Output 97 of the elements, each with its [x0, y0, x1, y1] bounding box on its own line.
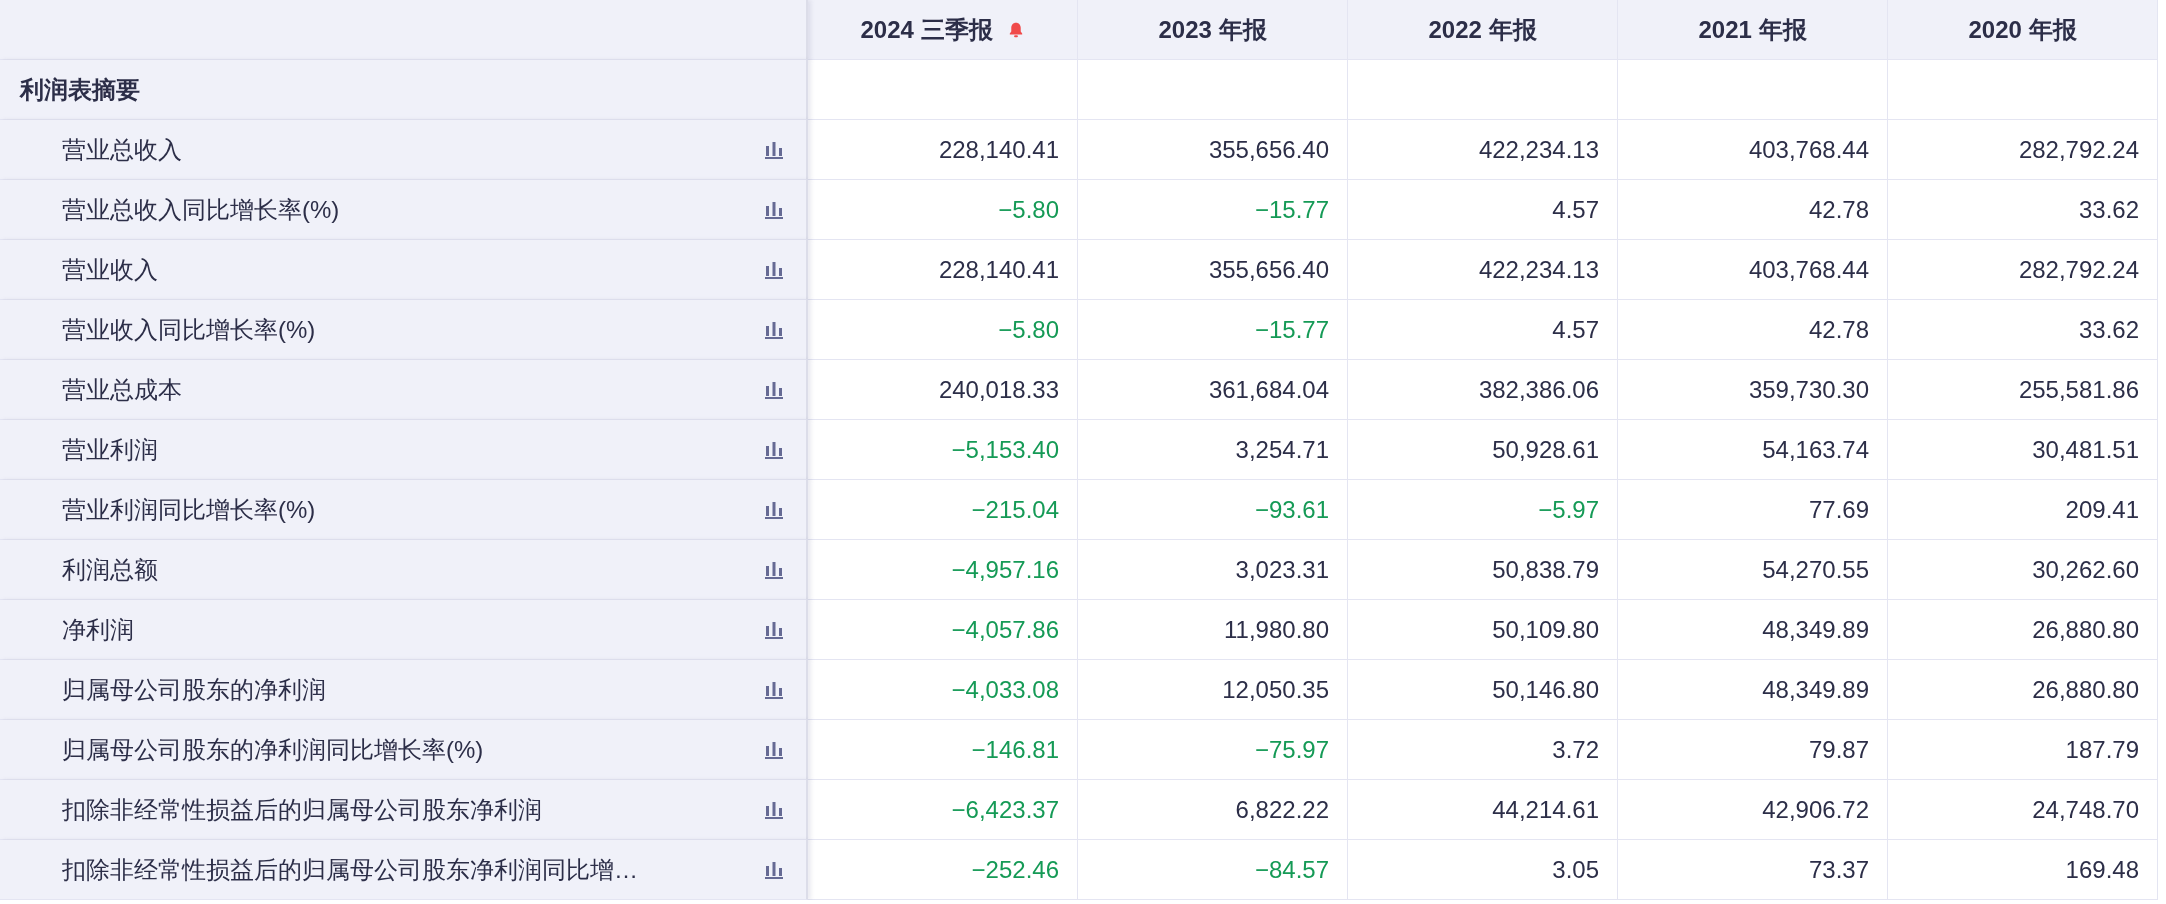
- column-header: 2023 年报: [1158, 14, 1267, 45]
- table-cell: 422,234.13: [1478, 135, 1599, 164]
- table-cell: 355,656.40: [1208, 135, 1329, 164]
- table-cell: 33.62: [2078, 195, 2139, 224]
- table-cell: 228,140.41: [938, 255, 1059, 284]
- bar-chart-icon[interactable]: [764, 560, 784, 579]
- table-cell: −84.57: [1254, 855, 1329, 884]
- table-cell: 12,050.35: [1222, 675, 1329, 704]
- row-label: 营业利润: [62, 434, 158, 465]
- table-cell: 48,349.89: [1762, 675, 1869, 704]
- row-label: 归属母公司股东的净利润同比增长率(%): [62, 734, 484, 765]
- table-cell: 48,349.89: [1762, 615, 1869, 644]
- table-cell: −15.77: [1254, 195, 1329, 224]
- table-cell: −4,957.16: [951, 555, 1059, 584]
- table-cell: 209.41: [2065, 495, 2139, 524]
- table-cell: 282,792.24: [2018, 135, 2139, 164]
- bar-chart-icon[interactable]: [764, 500, 784, 519]
- table-cell: 42.78: [1808, 315, 1869, 344]
- table-cell: 4.57: [1552, 315, 1599, 344]
- bar-chart-icon[interactable]: [764, 320, 784, 339]
- column-header: 2021 年报: [1698, 14, 1807, 45]
- table-cell: 30,262.60: [2032, 555, 2139, 584]
- column-header: 2022 年报: [1428, 14, 1537, 45]
- row-label: 营业总收入: [62, 134, 182, 165]
- column-header: 2020 年报: [1968, 14, 2077, 45]
- table-cell: −5.80: [998, 195, 1059, 224]
- table-cell: 50,838.79: [1492, 555, 1599, 584]
- table-cell: 54,163.74: [1762, 435, 1869, 464]
- table-cell: 6,822.22: [1235, 795, 1329, 824]
- table-cell: 50,928.61: [1492, 435, 1599, 464]
- bar-chart-icon[interactable]: [764, 380, 784, 399]
- table-cell: −6,423.37: [951, 795, 1059, 824]
- row-label: 扣除非经常性损益后的归属母公司股东净利润: [62, 794, 542, 825]
- table-cell: 359,730.30: [1748, 375, 1869, 404]
- row-label: 扣除非经常性损益后的归属母公司股东净利润同比增…: [62, 854, 638, 885]
- bar-chart-icon[interactable]: [764, 740, 784, 759]
- table-cell: 187.79: [2065, 735, 2139, 764]
- bar-chart-icon[interactable]: [764, 140, 784, 159]
- row-label: 营业利润同比增长率(%): [62, 494, 316, 525]
- table-cell: −4,033.08: [951, 675, 1059, 704]
- bar-chart-icon[interactable]: [764, 800, 784, 819]
- column-header: 2024 三季报: [860, 14, 993, 45]
- bar-chart-icon[interactable]: [764, 440, 784, 459]
- bar-chart-icon[interactable]: [764, 620, 784, 639]
- table-cell: 77.69: [1808, 495, 1869, 524]
- row-label: 营业总收入同比增长率(%): [62, 194, 340, 225]
- table-cell: 30,481.51: [2032, 435, 2139, 464]
- table-cell: 4.57: [1552, 195, 1599, 224]
- table-cell: 50,109.80: [1492, 615, 1599, 644]
- table-cell: −252.46: [971, 855, 1059, 884]
- table-cell: 42,906.72: [1762, 795, 1869, 824]
- table-cell: −75.97: [1254, 735, 1329, 764]
- table-cell: 228,140.41: [938, 135, 1059, 164]
- row-label: 营业收入同比增长率(%): [62, 314, 316, 345]
- bar-chart-icon[interactable]: [764, 860, 784, 879]
- row-label: 归属母公司股东的净利润: [62, 674, 326, 705]
- table-cell: 73.37: [1808, 855, 1869, 884]
- table-cell: 361,684.04: [1208, 375, 1329, 404]
- table-cell: −4,057.86: [951, 615, 1059, 644]
- table-cell: 54,270.55: [1762, 555, 1869, 584]
- table-cell: 42.78: [1808, 195, 1869, 224]
- table-cell: 50,146.80: [1492, 675, 1599, 704]
- table-cell: 3,254.71: [1235, 435, 1329, 464]
- table-cell: 11,980.80: [1224, 615, 1329, 644]
- row-label: 营业总成本: [62, 374, 182, 405]
- table-cell: 33.62: [2078, 315, 2139, 344]
- table-cell: 282,792.24: [2018, 255, 2139, 284]
- table-cell: 255,581.86: [2018, 375, 2139, 404]
- table-cell: 422,234.13: [1478, 255, 1599, 284]
- table-cell: 3,023.31: [1235, 555, 1329, 584]
- table-cell: 403,768.44: [1748, 255, 1869, 284]
- table-cell: −93.61: [1254, 495, 1329, 524]
- table-cell: −146.81: [971, 735, 1059, 764]
- table-cell: 26,880.80: [2032, 615, 2139, 644]
- bar-chart-icon[interactable]: [764, 200, 784, 219]
- section-title: 利润表摘要: [20, 74, 140, 105]
- row-label: 营业收入: [62, 254, 158, 285]
- table-cell: −5.80: [998, 315, 1059, 344]
- table-cell: 169.48: [2065, 855, 2139, 884]
- table-cell: 24,748.70: [2032, 795, 2139, 824]
- table-cell: 79.87: [1808, 735, 1869, 764]
- table-cell: 403,768.44: [1748, 135, 1869, 164]
- bar-chart-icon[interactable]: [764, 260, 784, 279]
- table-cell: 26,880.80: [2032, 675, 2139, 704]
- table-cell: −5,153.40: [951, 435, 1059, 464]
- row-label: 利润总额: [62, 554, 158, 585]
- table-cell: 240,018.33: [938, 375, 1059, 404]
- bar-chart-icon[interactable]: [764, 680, 784, 699]
- table-cell: 355,656.40: [1208, 255, 1329, 284]
- table-cell: −15.77: [1254, 315, 1329, 344]
- table-cell: 3.05: [1552, 855, 1599, 884]
- table-cell: 382,386.06: [1478, 375, 1599, 404]
- table-cell: −215.04: [971, 495, 1059, 524]
- table-cell: −5.97: [1538, 495, 1599, 524]
- table-cell: 44,214.61: [1492, 795, 1599, 824]
- table-cell: 3.72: [1552, 735, 1599, 764]
- row-label: 净利润: [62, 614, 134, 645]
